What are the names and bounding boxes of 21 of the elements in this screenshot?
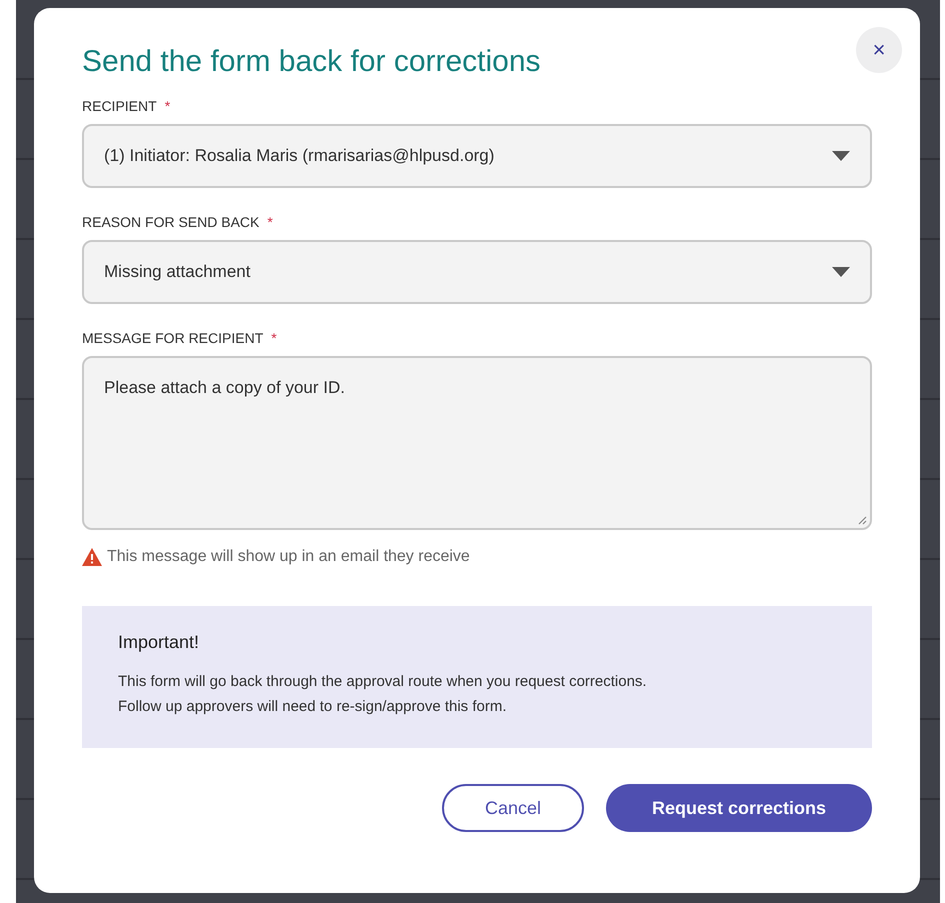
caret-icon [832, 267, 850, 277]
warning-text: This message will show up in an email they receive [107, 548, 470, 566]
cancel-button[interactable]: Cancel [442, 784, 584, 832]
notice-title: Important! [118, 632, 200, 653]
request-button[interactable]: Request corrections [606, 784, 872, 832]
required-mark: * [271, 330, 277, 346]
dropdown-field[interactable]: Missing attachment [82, 240, 872, 304]
warning-icon [82, 548, 102, 566]
caret-icon [832, 151, 850, 161]
close-button[interactable]: × [856, 27, 902, 73]
dropdown-field[interactable]: (1) Initiator: Rosalia Maris (rmarisarias@hlpusd.org) [82, 124, 872, 188]
notice-text: This form will go back through the approval route when you request corrections. [118, 672, 648, 692]
dialog-title: Send the form back for corrections [82, 44, 542, 80]
message-field[interactable]: Please attach a copy of your ID. [82, 356, 872, 530]
required-mark: * [164, 98, 170, 114]
field-label: REASON FOR SEND BACK [82, 214, 260, 230]
field-label: RECIPIENT [82, 98, 157, 114]
notice-text: Follow up approvers will need to re-sign/approve this form. [118, 697, 508, 717]
required-mark: * [267, 214, 273, 230]
field-label: MESSAGE FOR RECIPIENT [82, 330, 264, 346]
resize-grip-icon [857, 515, 867, 525]
